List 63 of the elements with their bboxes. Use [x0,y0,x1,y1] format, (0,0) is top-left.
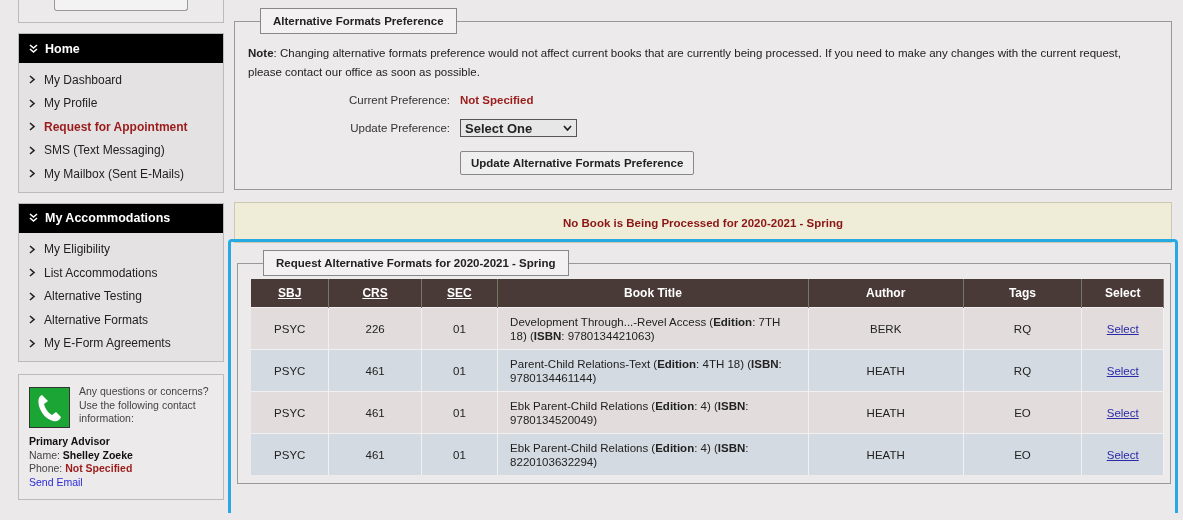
column-header: Select [1081,279,1164,308]
table-cell: EO [963,391,1082,434]
table-cell: Ebk Parent-Child Relations (Edition: 4) (ISBN: 8220103632294) [497,433,809,475]
table-cell: 461 [328,349,422,392]
table-cell: 01 [421,433,498,475]
select-link[interactable]: Select [1106,448,1139,461]
table-cell: RQ [963,307,1082,350]
advisor-role: Primary Advisor [29,435,111,449]
update-preference-button[interactable]: Update Alternative Formats Preference [460,151,695,175]
phone-label: Phone: [29,462,63,474]
phone-value: Not Specified [65,462,133,474]
column-header: Book Title [497,279,809,308]
table-cell: 226 [328,307,422,350]
column-header: Tags [963,279,1082,308]
status-banner: No Book is Being Processed for 2020-2021 - Spring [234,202,1172,243]
send-email-link[interactable]: Send Email [29,475,83,488]
panel-legend: Alternative Formats Preference [260,8,457,34]
table-cell: PSYC [251,349,329,392]
table-cell: 461 [328,391,422,434]
table-cell: 461 [328,433,422,475]
table-cell: HEATH [808,391,963,434]
sort-header-link[interactable]: SEC [421,279,498,308]
sidebar-link[interactable]: SMS (Text Messaging) [19,138,223,162]
table-cell: RQ [963,349,1082,392]
sidebar-link[interactable]: My Dashboard [19,68,223,92]
table-cell: 01 [421,391,498,434]
sidebar-link[interactable]: My E-Form Agreements [19,331,223,355]
column-header: Author [808,279,963,308]
table-cell: HEATH [808,433,963,475]
sidebar-link[interactable]: Request for Appointment [19,115,223,139]
select-link[interactable]: Select [1106,322,1139,335]
table-cell: Development Through...-Revel Access (Edition: 7TH 18) (ISBN: 9780134421063) [497,307,809,350]
field-label: Update Preference: [349,122,451,134]
panel-title: My Accommodations [45,211,171,225]
table-cell: PSYC [251,391,329,434]
panel-legend: Request Alternative Formats for 2020-2021 - Spring [263,250,569,276]
select-link[interactable]: Select [1106,364,1139,377]
table-cell: PSYC [251,307,329,350]
panel-title: Home [45,41,80,56]
sort-header-link[interactable]: CRS [328,279,422,308]
field-label: Current Preference: [348,94,451,106]
select-link[interactable]: Select [1106,406,1139,419]
note-text: Note: Changing alternative formats preference would not affect current books that are currently being processed. If you need to make any changes with the current request, please contact our office as soon as possible. [248,46,1122,80]
table-cell: 01 [421,307,498,350]
sidebar-link[interactable]: My Profile [19,91,223,115]
table-cell: PSYC [251,433,329,475]
sidebar-link[interactable]: My Eligibility [19,237,223,261]
advisor-name: Shelley Zoeke [62,448,133,461]
contact-message: Any questions or concerns? Use the following contact information: [79,385,210,426]
table-cell: EO [963,433,1082,475]
sidebar-link[interactable]: My Mailbox (Sent E-Mails) [19,162,223,186]
name-label: Name: [29,448,60,461]
table-cell: 01 [421,349,498,392]
sidebar-link[interactable]: Alternative Formats [19,308,223,332]
preference-value: Not Specified [460,94,534,106]
sort-header-link[interactable]: SBJ [251,279,329,308]
table-cell: HEATH [808,349,963,392]
table-cell: Ebk Parent-Child Relations (Edition: 4) (ISBN: 9780134520049) [497,391,809,434]
preference-dropdown[interactable]: Select One [460,119,577,137]
sidebar-link[interactable]: List Accommodations [19,261,223,285]
sidebar-link[interactable]: Alternative Testing [19,284,223,308]
table-cell: BERK [808,307,963,350]
table-cell: Parent-Child Relations-Text (Edition: 4TH 18) (ISBN: 9780134461144) [497,349,809,392]
